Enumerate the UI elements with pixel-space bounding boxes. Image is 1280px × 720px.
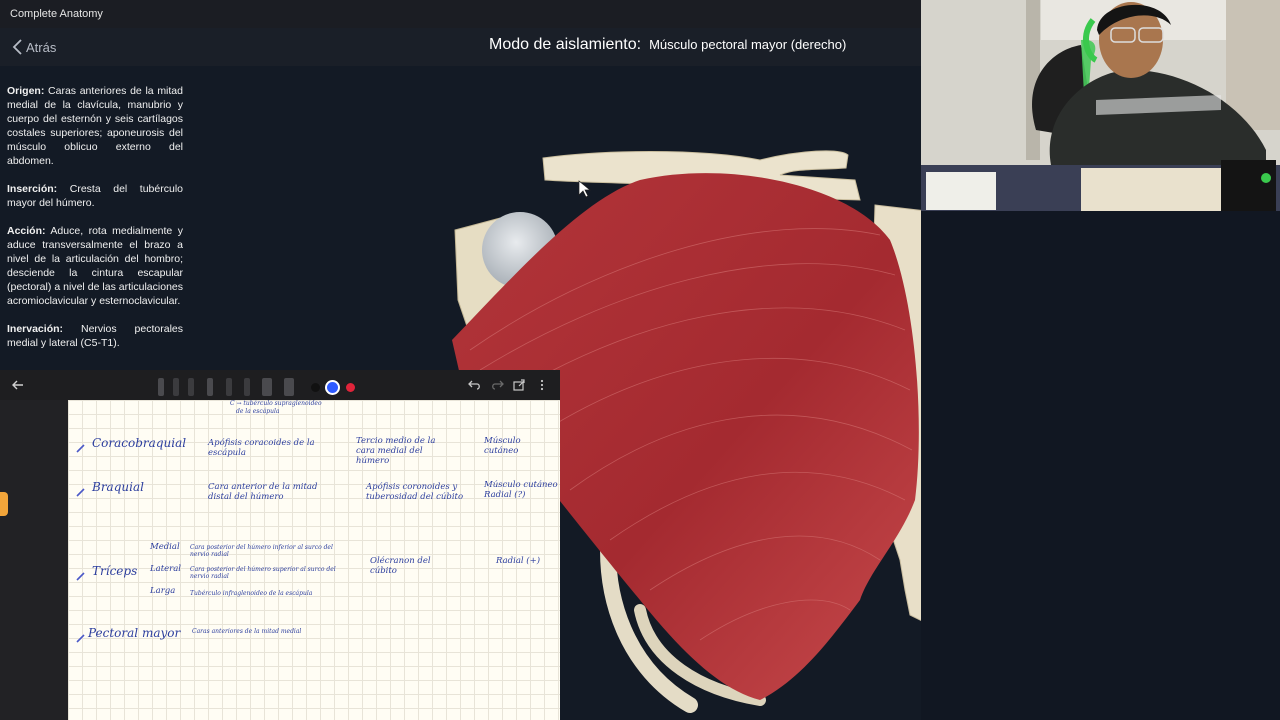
muscle-nerve: Músculo cutáneo Radial (?) (484, 480, 558, 500)
triceps-head-name: Lateral (150, 564, 182, 574)
brush-tool[interactable] (226, 378, 232, 396)
notes-app-window: C → tubérculo supraglenoideo de la escáp… (0, 370, 560, 720)
pencil-tool[interactable] (173, 378, 179, 396)
origin-text: Caras anteriores de la mitad medial de l… (7, 85, 183, 167)
undo-icon[interactable] (467, 377, 483, 393)
innervation-paragraph: Inervación: Nervios pectorales medial y … (7, 322, 183, 350)
more-options-icon[interactable] (534, 377, 550, 393)
notebook-page[interactable]: C → tubérculo supraglenoideo de la escáp… (68, 400, 560, 720)
highlighter-tool[interactable] (207, 378, 213, 396)
muscle-origin: Cara anterior de la mitad distal del húm… (208, 482, 318, 502)
insertion-paragraph: Inserción: Cresta del tubérculo mayor de… (7, 182, 183, 210)
marker-tool[interactable] (188, 378, 194, 396)
muscle-origin: Caras anteriores de la mitad medial (192, 628, 302, 635)
triceps-head-origin: Cara posterior del húmero inferior al su… (190, 544, 333, 558)
notes-page-sidebar (0, 400, 68, 720)
window-title: Complete Anatomy (10, 8, 103, 20)
isolation-mode-title: Modo de aislamiento: Músculo pectoral ma… (489, 36, 846, 58)
notes-toolbar (0, 370, 560, 400)
pencil-bullet-icon (76, 488, 85, 497)
triceps-head-origin: Cara posterior del húmero superior al su… (190, 566, 336, 580)
share-icon[interactable] (511, 377, 527, 393)
pencil-bullet-icon (76, 634, 85, 643)
muscle-name: Coracobraquial (92, 436, 187, 450)
redo-icon[interactable] (489, 377, 505, 393)
back-label: Atrás (26, 39, 57, 55)
muscle-nerve: Músculo cutáneo (484, 436, 521, 456)
mouse-cursor-icon (578, 180, 591, 198)
sidebar-handle[interactable] (0, 492, 8, 516)
action-label: Acción: (7, 225, 46, 237)
muscle-nerve: Radial (+) (496, 556, 541, 566)
window-titlebar: Complete Anatomy (0, 0, 921, 28)
insertion-label: Inserción: (7, 183, 58, 195)
eraser-tool[interactable] (244, 378, 250, 396)
color-swatch-blue-selected[interactable] (327, 382, 338, 393)
muscle-insertion: Apófisis coronoides y tuberosidad del cú… (366, 482, 464, 502)
action-text: Aduce, rota medialmente y aduce transver… (7, 225, 183, 307)
muscle-name: Músculo pectoral mayor (derecho) (649, 37, 847, 52)
chevron-left-icon (12, 39, 22, 55)
pencil-bullet-icon (76, 572, 85, 581)
muscle-name: Tríceps (92, 564, 138, 578)
muscle-insertion: Olécranon del cúbito (370, 556, 431, 576)
muscle-origin: Apófisis coracoides de la escápula (208, 438, 315, 458)
triceps-head-origin: Tubérculo infraglenoideo de la escápula (190, 590, 313, 597)
top-navigation-bar: Atrás Modo de aislamiento: Músculo pecto… (0, 28, 921, 66)
mode-label: Modo de aislamiento: (489, 36, 642, 53)
triceps-head-name: Larga (150, 586, 176, 596)
handwritten-fragment: C → tubérculo supraglenoideo (230, 400, 322, 407)
triceps-head-name: Medial (150, 542, 180, 552)
webcam-feed (921, 0, 1280, 211)
pencil-bullet-icon (76, 444, 85, 453)
back-button[interactable]: Atrás (10, 37, 56, 57)
lasso-tool[interactable] (262, 378, 272, 396)
action-paragraph: Acción: Aduce, rota medialmente y aduce … (7, 224, 183, 308)
pen-tool[interactable] (158, 378, 164, 396)
muscle-insertion: Tercio medio de la cara medial del húmer… (356, 436, 436, 466)
muscle-name: Braquial (92, 480, 144, 494)
origin-paragraph: Origen: Caras anteriores de la mitad med… (7, 84, 183, 168)
origin-label: Origen: (7, 85, 45, 97)
muscle-info-panel: Origen: Caras anteriores de la mitad med… (7, 84, 183, 364)
handwritten-fragment: de la escápula (236, 408, 280, 415)
arrow-left-icon[interactable] (10, 377, 26, 393)
innervation-label: Inervación: (7, 323, 64, 335)
shape-tool[interactable] (284, 378, 294, 396)
color-swatch-black[interactable] (311, 383, 320, 392)
muscle-name: Pectoral mayor (88, 626, 181, 640)
color-swatch-red[interactable] (346, 383, 355, 392)
